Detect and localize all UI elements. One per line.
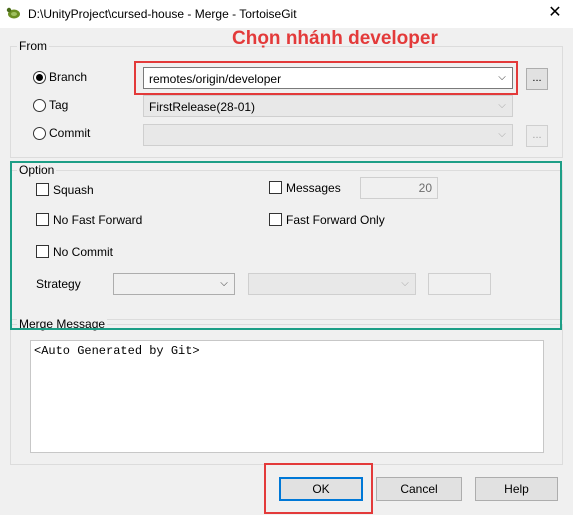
tag-radio[interactable] [33, 99, 46, 112]
cancel-button[interactable]: Cancel [376, 477, 462, 501]
title-bar: D:\UnityProject\cursed-house - Merge - T… [0, 0, 573, 28]
close-button[interactable]: ✕ [540, 2, 570, 24]
ok-highlight-box [264, 463, 373, 514]
commit-combo[interactable]: ⌵ [143, 124, 513, 146]
window-title: D:\UnityProject\cursed-house - Merge - T… [28, 7, 297, 21]
commit-radio[interactable] [33, 127, 46, 140]
branch-radio[interactable] [33, 71, 46, 84]
branch-label: Branch [49, 70, 88, 84]
branch-browse-button[interactable]: ... [526, 68, 548, 90]
merge-message-textarea[interactable]: <Auto Generated by Git> [30, 340, 544, 453]
tortoisegit-icon [6, 7, 20, 19]
option-highlight-box [10, 161, 562, 330]
chevron-down-icon: ⌵ [498, 100, 506, 111]
from-group-label: From [17, 39, 49, 53]
commit-label: Commit [49, 126, 91, 140]
tag-label: Tag [49, 98, 69, 112]
tag-combo[interactable]: FirstRelease(28-01) ⌵ [143, 95, 513, 117]
annotation-text: Chọn nhánh developer [232, 28, 438, 49]
chevron-down-icon: ⌵ [498, 129, 506, 140]
branch-highlight-box [134, 61, 518, 95]
commit-browse-button[interactable]: ... [526, 125, 548, 147]
help-button[interactable]: Help [475, 477, 558, 501]
tag-combo-value: FirstRelease(28-01) [149, 100, 256, 114]
